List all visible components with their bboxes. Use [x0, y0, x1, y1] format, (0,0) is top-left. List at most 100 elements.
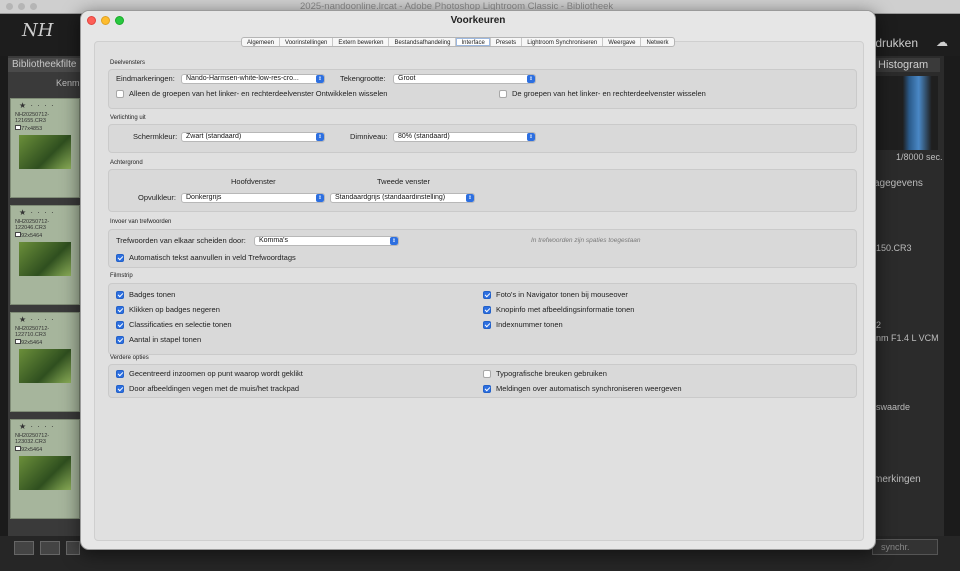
index-number-label: Indexnummer tonen	[496, 320, 563, 329]
tab-general[interactable]: Algemeen	[242, 38, 281, 46]
dim-level-label: Dimniveau:	[350, 132, 388, 141]
tab-interface[interactable]: Interface	[456, 38, 491, 46]
tab-external-editing[interactable]: Extern bewerken	[333, 38, 390, 46]
histogram-graph	[874, 76, 938, 150]
fill-second-select[interactable]: Standaardgrijs (standaardinstelling) ⇕	[330, 193, 475, 203]
badge-icon[interactable]	[15, 339, 21, 344]
tab-presets-defaults[interactable]: Voorinstellingen	[280, 38, 334, 46]
rating-stars: ★ · · · ·	[19, 208, 55, 217]
thumbnail-meta: 8192x5464	[15, 233, 43, 239]
section-title-lights-out: Verlichting uit	[110, 115, 146, 121]
library-filter-header[interactable]: Bibliotheekfilte	[8, 58, 80, 72]
thumbnail-filename: NH20250712-121655.CR3	[15, 112, 50, 124]
main-window-heading: Hoofdvenster	[231, 177, 276, 186]
grid-cell[interactable]: ★ · · · · NH20250712-121655.CR3 7277x485…	[10, 98, 80, 198]
show-ratings-label: Classificaties en selectie tonen	[129, 320, 232, 329]
app-minimize-button[interactable]	[18, 3, 25, 10]
module-print[interactable]: fdrukken	[872, 36, 918, 50]
metadata-header[interactable]: agegevens	[874, 178, 923, 189]
swipe-label: Door afbeeldingen vegen met de muis/het …	[129, 384, 300, 393]
grid-cell[interactable]: ★ · · · · NH20250712-122710.CR3 8192x546…	[10, 312, 80, 412]
sync-button[interactable]: synchr.	[872, 539, 938, 555]
keywords-group: Trefwoorden van elkaar scheiden door: Ko…	[108, 229, 857, 268]
chevron-updown-icon: ⇕	[316, 75, 324, 83]
preferences-tabs: Algemeen Voorinstellingen Extern bewerke…	[241, 37, 675, 47]
typographic-fractions-checkbox[interactable]	[483, 370, 491, 378]
show-stack-count-label: Aantal in stapel tonen	[129, 335, 202, 344]
metadata-filename: 150.CR3	[876, 243, 912, 253]
solo-develop-checkbox[interactable]	[116, 90, 124, 98]
thumbnail-image[interactable]	[19, 135, 71, 169]
filmstrip-group: Badges tonen Klikken op badges negeren C…	[108, 283, 857, 355]
cloud-icon[interactable]: ☁	[936, 35, 948, 49]
thumbnail-meta: 7277x4853	[15, 126, 43, 132]
show-stack-count-checkbox[interactable]	[116, 336, 124, 344]
screen-color-select[interactable]: Zwart (standaard) ⇕	[181, 132, 325, 142]
rating-stars: ★ · · · ·	[19, 315, 55, 324]
show-badges-checkbox[interactable]	[116, 291, 124, 299]
tab-presets[interactable]: Presets	[491, 38, 523, 46]
font-size-select[interactable]: Groot ⇕	[393, 74, 536, 84]
thumbnail-image[interactable]	[19, 456, 71, 490]
library-filter-button[interactable]: Kenm	[56, 78, 80, 88]
navigator-mouseover-checkbox[interactable]	[483, 291, 491, 299]
second-window-heading: Tweede venster	[377, 177, 430, 186]
tab-lightroom-sync[interactable]: Lightroom Synchroniseren	[522, 38, 604, 46]
metadata-number: 2	[876, 320, 882, 330]
autocomplete-label: Automatisch tekst aanvullen in veld Tref…	[129, 253, 296, 262]
solo-all-checkbox[interactable]	[499, 90, 507, 98]
chevron-updown-icon: ⇕	[316, 194, 324, 202]
thumbnail-filename: NH20250712-123032.CR3	[15, 433, 50, 445]
panels-group: Eindmarkeringen: Nando-Harmsen-white-low…	[108, 69, 857, 109]
app-close-button[interactable]	[6, 3, 13, 10]
compare-view-icon[interactable]	[66, 541, 80, 555]
chevron-updown-icon: ⇕	[316, 133, 324, 141]
section-title-keywords: Invoer van trefwoorden	[110, 219, 172, 225]
chevron-updown-icon: ⇕	[466, 194, 474, 202]
separator-select[interactable]: Komma's ⇕	[254, 236, 399, 246]
thumbnail-image[interactable]	[19, 349, 71, 383]
thumbnail-filename: NH20250712-122710.CR3	[15, 326, 50, 338]
tab-file-handling[interactable]: Bestandsafhandeling	[389, 38, 457, 46]
chevron-updown-icon: ⇕	[390, 237, 398, 245]
badge-icon[interactable]	[15, 125, 21, 130]
comments-header[interactable]: merkingen	[874, 474, 921, 485]
dim-level-select[interactable]: 80% (standaard) ⇕	[393, 132, 536, 142]
end-marks-select[interactable]: Nando-Harmsen-white-low-res-cro... ⇕	[181, 74, 325, 84]
navigator-mouseover-label: Foto's in Navigator tonen bij mouseover	[496, 290, 628, 299]
shutter-speed: 1/8000 sec.	[896, 152, 943, 162]
section-title-background: Achtergrond	[110, 160, 143, 166]
swipe-checkbox[interactable]	[116, 385, 124, 393]
show-ratings-checkbox[interactable]	[116, 321, 124, 329]
grid-view-icon[interactable]	[14, 541, 34, 555]
tweaks-group: Gecentreerd inzoomen op punt waarop word…	[108, 364, 857, 398]
typographic-fractions-label: Typografische breuken gebruiken	[496, 369, 607, 378]
grid-cell[interactable]: ★ · · · · NH20250712-123032.CR3 8192x546…	[10, 419, 80, 519]
fill-main-select[interactable]: Donkergrijs ⇕	[181, 193, 325, 203]
loupe-view-icon[interactable]	[40, 541, 60, 555]
section-title-panels: Deelvensters	[110, 60, 146, 66]
badge-icon[interactable]	[15, 232, 21, 237]
zoom-clicked-point-label: Gecentreerd inzoomen op punt waarop word…	[129, 369, 303, 378]
app-zoom-button[interactable]	[30, 3, 37, 10]
sync-notifications-checkbox[interactable]	[483, 385, 491, 393]
zoom-clicked-point-checkbox[interactable]	[116, 370, 124, 378]
thumbnail-meta: 8192x5464	[15, 340, 43, 346]
separator-label: Trefwoorden van elkaar scheiden door:	[116, 236, 246, 245]
autocomplete-checkbox[interactable]	[116, 254, 124, 262]
font-size-label: Tekengrootte:	[340, 74, 386, 83]
ignore-badges-checkbox[interactable]	[116, 306, 124, 314]
grid-cell[interactable]: ★ · · · · NH20250712-122046.CR3 8192x546…	[10, 205, 80, 305]
thumbnail-meta: 8192x5464	[15, 447, 43, 453]
tab-display[interactable]: Weergave	[603, 38, 642, 46]
thumbnail-image[interactable]	[19, 242, 71, 276]
tab-network[interactable]: Netwerk	[641, 38, 673, 46]
chevron-updown-icon: ⇕	[527, 133, 535, 141]
tooltips-checkbox[interactable]	[483, 306, 491, 314]
screen-color-label: Schermkleur:	[133, 132, 178, 141]
badge-icon[interactable]	[15, 446, 21, 451]
rating-stars: ★ · · · ·	[19, 422, 55, 431]
index-number-checkbox[interactable]	[483, 321, 491, 329]
histogram-header[interactable]: Histogram	[872, 58, 940, 72]
preferences-dialog: Voorkeuren Deelvensters Eindmarkeringen:…	[80, 10, 876, 550]
